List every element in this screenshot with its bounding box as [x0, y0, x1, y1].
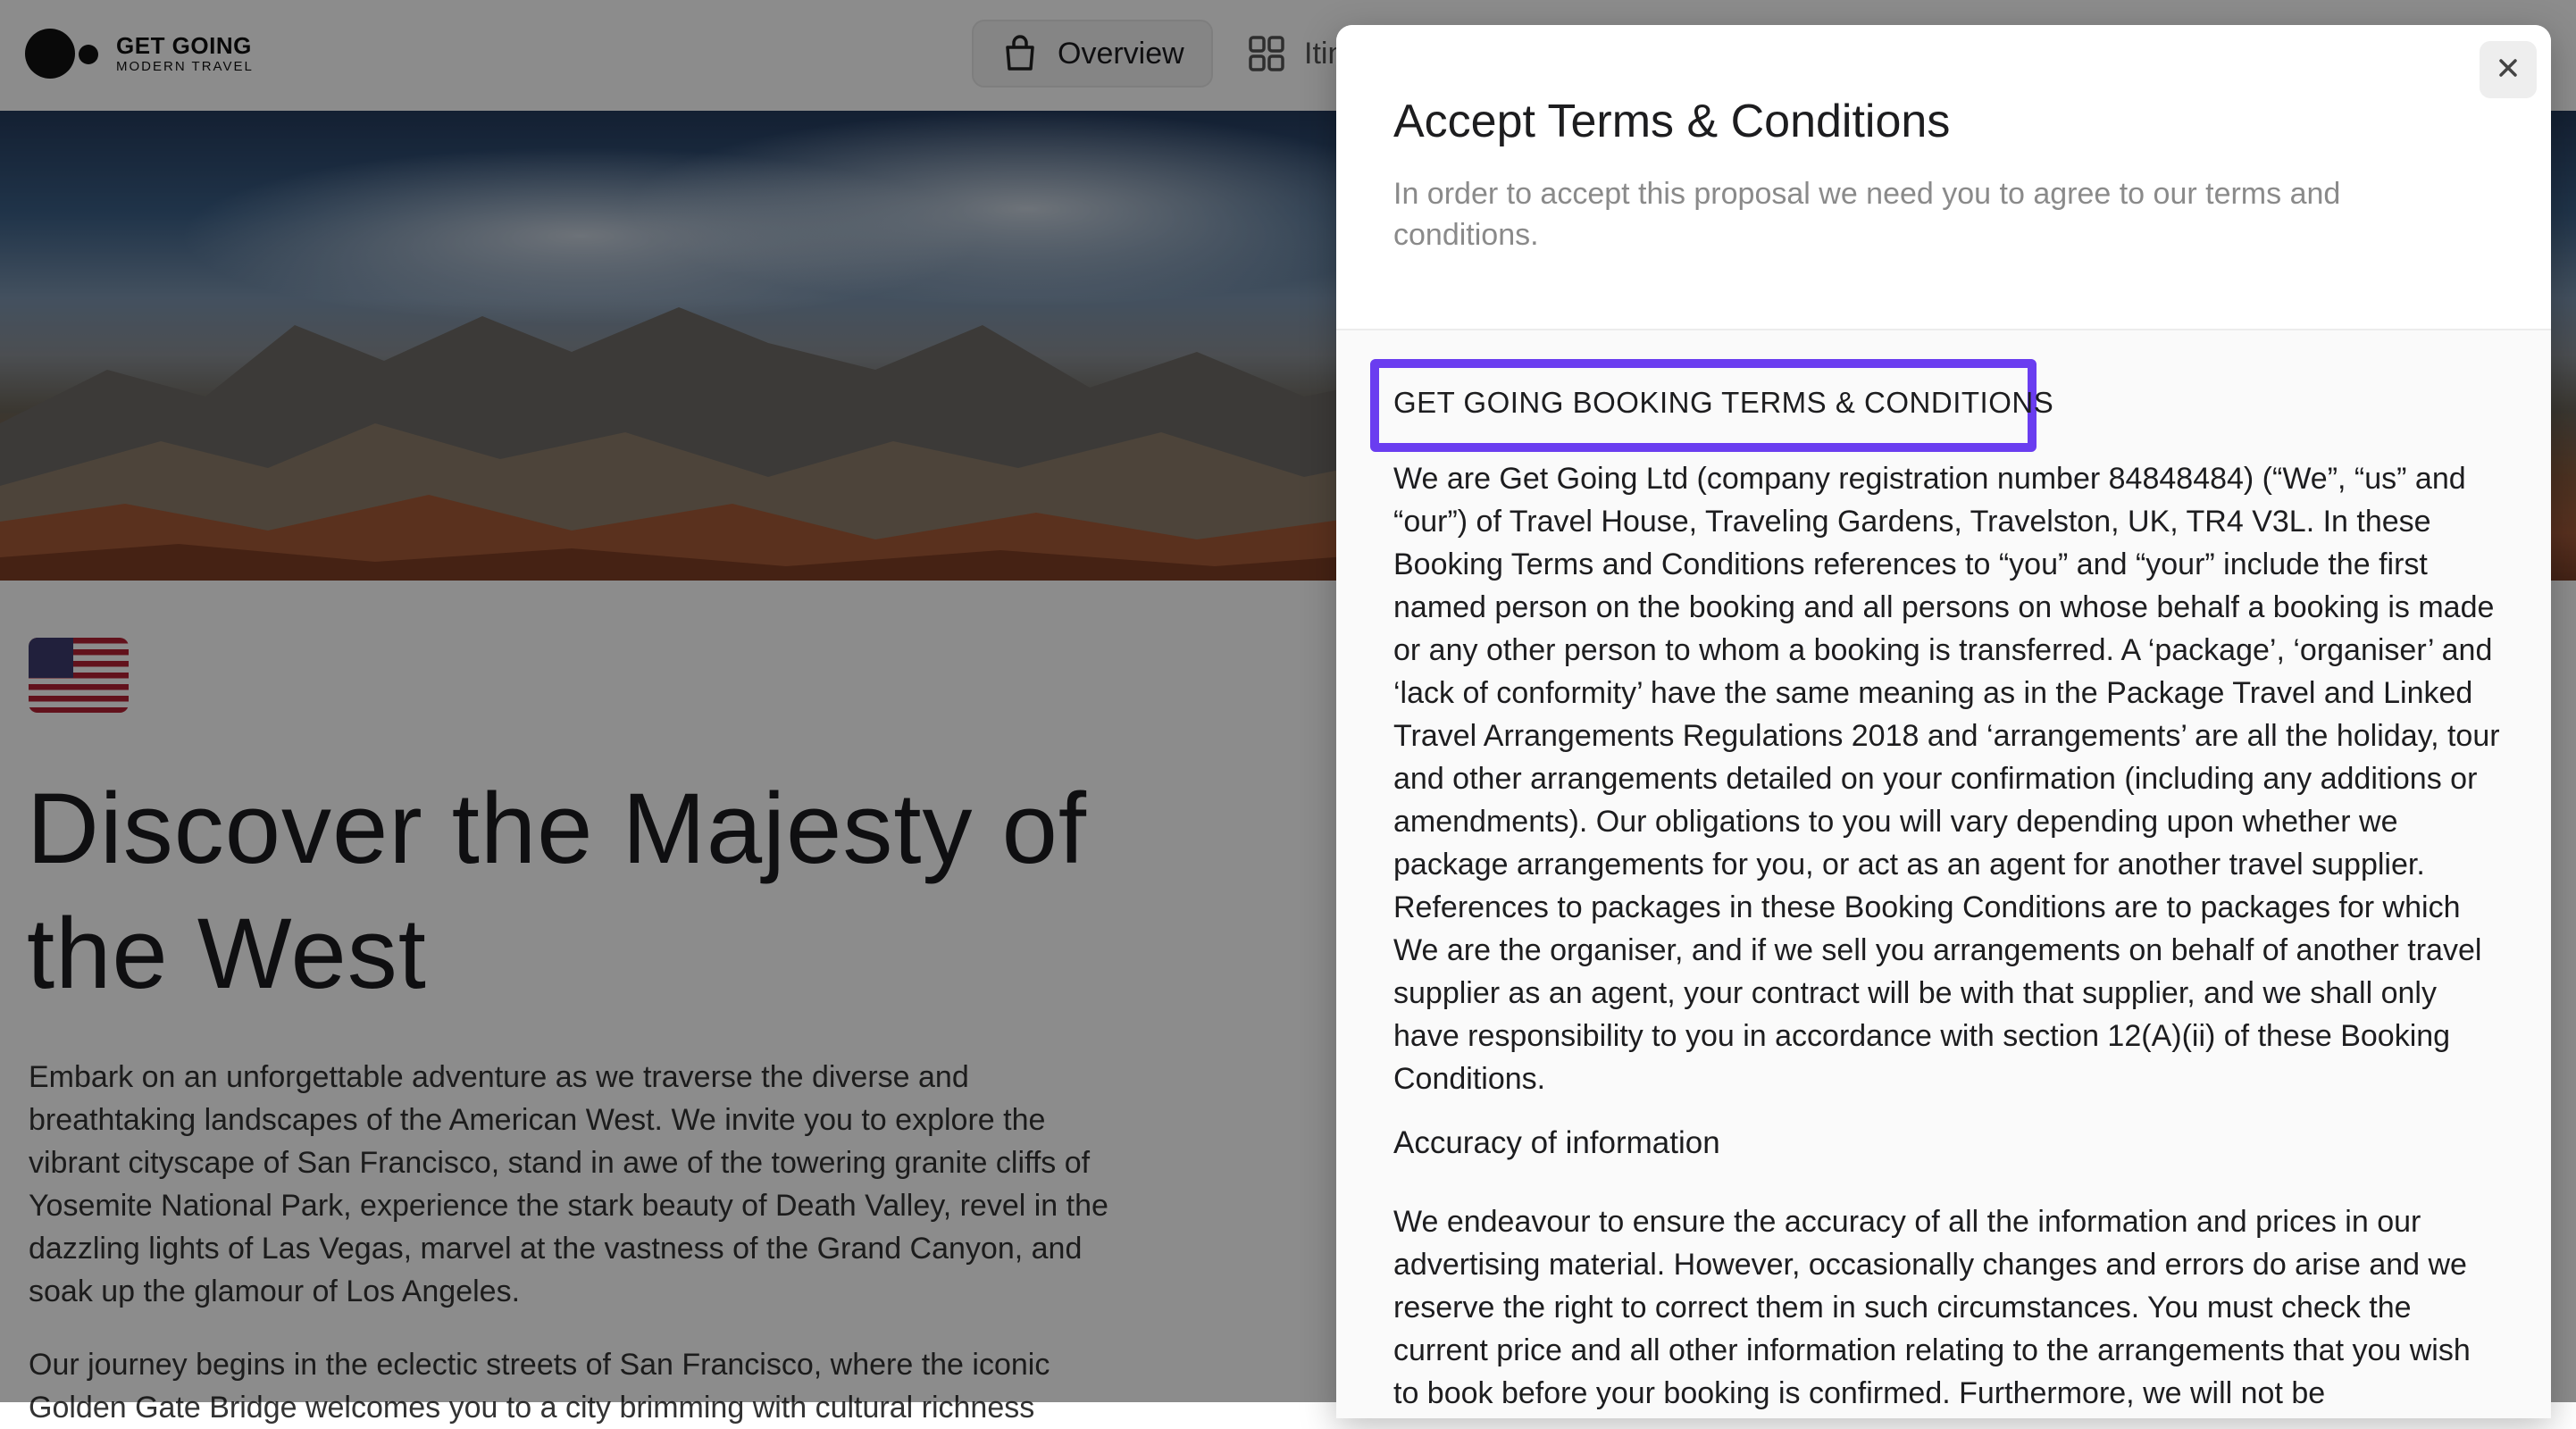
terms-paragraph: We are Get Going Ltd (company registrati…: [1393, 462, 2500, 1096]
modal-subtitle: In order to accept this proposal we need…: [1393, 177, 2341, 252]
terms-modal: Accept Terms & Conditions In order to ac…: [1336, 25, 2551, 1418]
terms-subheading: Accuracy of information: [1393, 1125, 1720, 1160]
modal-header: Accept Terms & Conditions In order to ac…: [1336, 25, 2551, 330]
close-icon: [2495, 54, 2522, 86]
terms-paragraph: We endeavour to ensure the accuracy of a…: [1393, 1205, 2471, 1410]
modal-title: Accept Terms & Conditions: [1393, 96, 1951, 147]
terms-scroll-area[interactable]: GET GOING BOOKING TERMS & CONDITIONS We …: [1336, 330, 2551, 1418]
terms-heading: GET GOING BOOKING TERMS & CONDITIONS: [1393, 386, 2054, 419]
close-button[interactable]: [2480, 41, 2537, 98]
